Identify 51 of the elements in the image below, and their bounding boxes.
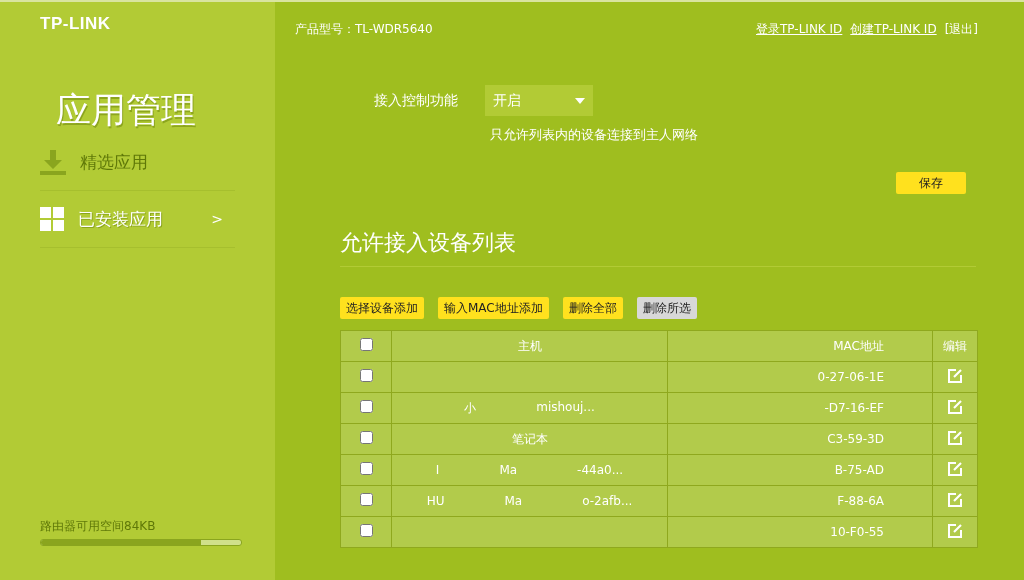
- table-cell: Ma: [504, 494, 523, 508]
- save-button[interactable]: 保存: [896, 172, 966, 194]
- account-link[interactable]: 创建TP-LINK ID: [850, 20, 937, 38]
- row-checkbox[interactable]: [359, 369, 373, 382]
- model-label: 产品型号：TL-WDR5640: [295, 20, 433, 38]
- action-button[interactable]: 删除全部: [562, 297, 623, 319]
- select-all-checkbox[interactable]: [359, 338, 373, 351]
- table-cell: 0-27-06-1E: [817, 370, 884, 384]
- mode-dropdown[interactable]: 开启: [485, 85, 593, 116]
- field-label: 接入控制功能: [374, 91, 459, 110]
- grid-icon: [40, 207, 64, 231]
- table-cell: 10-F0-55: [830, 525, 884, 539]
- edit-icon: [947, 367, 963, 384]
- table-cell: 小: [464, 399, 477, 417]
- row-checkbox[interactable]: [359, 524, 373, 537]
- sidebar-item[interactable]: 精选应用: [40, 134, 235, 191]
- storage-label: 路由器可用空间84KB: [40, 518, 157, 535]
- account-link[interactable]: 登录TP-LINK ID: [756, 20, 843, 38]
- row-checkbox[interactable]: [359, 493, 373, 506]
- table-cell: o-2afb...: [582, 494, 633, 508]
- hint-text: 只允许列表内的设备连接到主人网络: [490, 126, 699, 144]
- table-cell: C3-59-3D: [827, 432, 884, 446]
- edit-icon: [947, 460, 963, 477]
- edit-icon: [947, 398, 963, 415]
- column-header: MAC地址: [667, 330, 933, 362]
- row-checkbox[interactable]: [359, 400, 373, 413]
- edit-icon: [947, 429, 963, 446]
- table-cell: Ma: [499, 463, 518, 477]
- table-cell: HU: [426, 494, 445, 508]
- row-checkbox[interactable]: [359, 431, 373, 444]
- table-cell: -44a0...: [577, 463, 624, 477]
- table-cell: F-88-6A: [837, 494, 884, 508]
- action-button[interactable]: 输入MAC地址添加: [438, 297, 549, 319]
- sidebar-item[interactable]: 已安装应用 >: [40, 191, 235, 248]
- row-checkbox[interactable]: [359, 462, 373, 475]
- download-icon: [40, 149, 66, 175]
- table-cell: -D7-16-EF: [824, 401, 884, 415]
- action-button[interactable]: 选择设备添加: [340, 297, 424, 319]
- page-title: 应用管理: [56, 89, 197, 132]
- caret-icon: [575, 97, 585, 104]
- brand-logo: TP-LINK: [40, 14, 112, 34]
- table-cell: 笔记本: [511, 430, 548, 448]
- table-cell-text: mishouj...: [536, 399, 595, 416]
- table-cell: I: [435, 463, 440, 477]
- edit-icon: [947, 522, 963, 539]
- column-header: 主机: [391, 330, 668, 362]
- table-cell: B-75-AD: [834, 463, 884, 477]
- section-title: 允许接入设备列表: [340, 228, 976, 267]
- column-header: 编辑: [932, 330, 978, 362]
- logout-link[interactable]: [退出]: [944, 20, 978, 38]
- edit-icon: [947, 491, 963, 508]
